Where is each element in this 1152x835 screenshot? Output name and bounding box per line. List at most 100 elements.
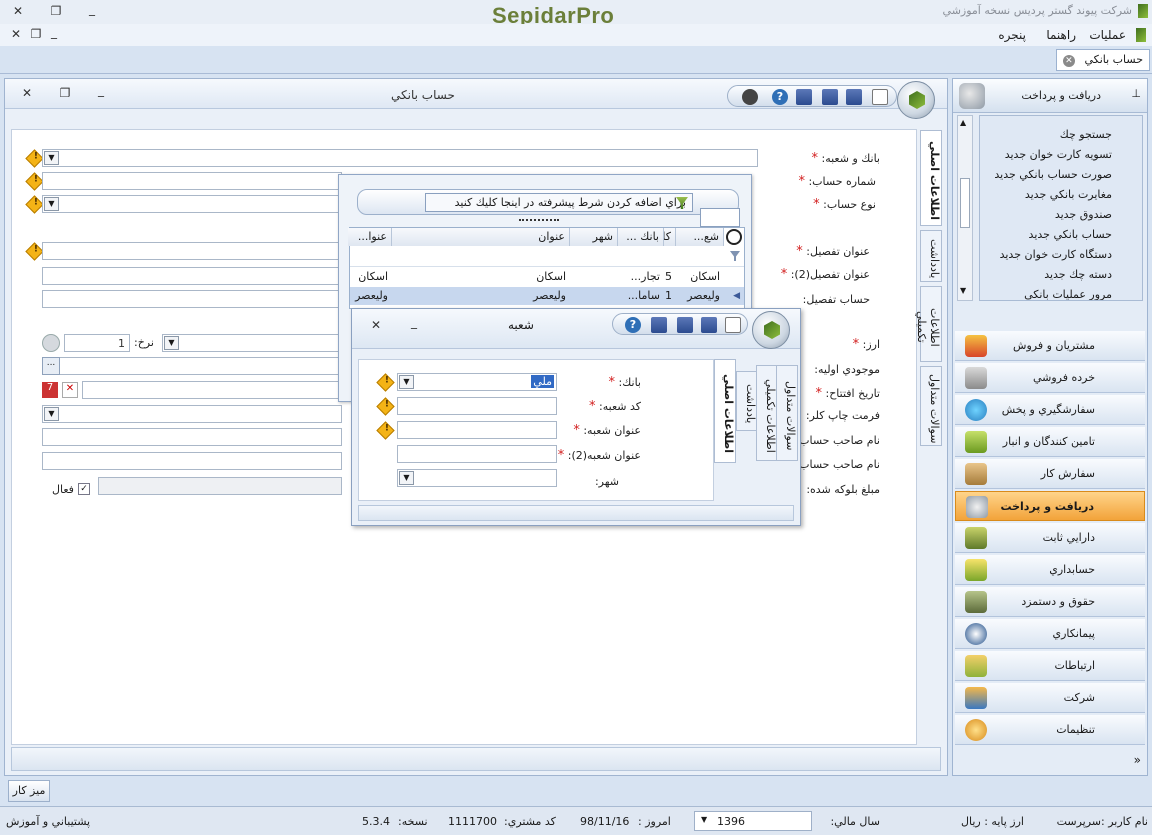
account-type-field[interactable]	[42, 195, 342, 213]
city-dropdown[interactable]: ▼	[399, 471, 414, 485]
table-row[interactable]: اسكان 5 تجار... اسكان اسكان	[350, 268, 744, 286]
new-icon[interactable]	[872, 89, 888, 105]
save-new-icon[interactable]	[651, 317, 667, 333]
support-link[interactable]: پشتيباني و آموزش	[6, 815, 90, 828]
more-button[interactable]: ...	[42, 357, 60, 375]
nav-category-payroll[interactable]: حقوق و دستمزد	[955, 587, 1145, 617]
currency-field[interactable]	[162, 334, 342, 352]
tab-faq[interactable]: سوالات متداول	[776, 365, 798, 461]
nav-category-suppliers[interactable]: تامين كنندگان و انبار	[955, 427, 1145, 457]
account-number-field[interactable]	[42, 172, 342, 190]
tab-main-info[interactable]: اطلاعات اصلي	[920, 130, 942, 226]
save-icon[interactable]	[846, 89, 862, 105]
column-header[interactable]: كا	[664, 228, 676, 246]
check-format-dropdown[interactable]: ▼	[44, 407, 59, 421]
tab-extra-info[interactable]: اطلاعات تكميلي	[756, 365, 778, 461]
open-date-field[interactable]	[82, 381, 342, 399]
help-icon[interactable]: ?	[772, 89, 788, 105]
nav-category-accounting[interactable]: حسابداري	[955, 555, 1145, 585]
save-close-icon[interactable]	[822, 89, 838, 105]
nav-category-communications[interactable]: ارتباطات	[955, 651, 1145, 681]
nav-category-work-order[interactable]: سفارش كار	[955, 459, 1145, 489]
restore-icon[interactable]: ❐	[28, 27, 44, 41]
calendar-icon[interactable]: 7	[42, 382, 58, 398]
nav-link-settle-card-reader[interactable]: تسويه كارت خوان جديد	[1005, 148, 1112, 161]
nav-link-bank-operations[interactable]: مرور عمليات بانكي	[1024, 288, 1112, 300]
nav-scrollbar[interactable]: ▲ ▼	[957, 115, 973, 301]
sepidar-orb-icon[interactable]	[897, 81, 935, 119]
nav-category-contracting[interactable]: پيمانكاري	[955, 619, 1145, 649]
help-icon[interactable]: ?	[625, 317, 641, 333]
nav-link-check-search[interactable]: جستجو چك	[1060, 128, 1112, 141]
close-icon[interactable]: ✕	[10, 4, 26, 18]
minimize-icon[interactable]: _	[406, 315, 422, 329]
column-header[interactable]: شهر	[570, 228, 618, 246]
branch-title2-field[interactable]	[397, 445, 557, 463]
nav-category-settings[interactable]: تنظيمات	[955, 715, 1145, 745]
calculator-icon[interactable]	[42, 334, 60, 352]
column-header[interactable]: عنوان	[392, 228, 570, 246]
branch-code-field[interactable]	[397, 397, 557, 415]
close-icon[interactable]: ✕	[8, 27, 24, 41]
detail-title-field[interactable]	[42, 242, 342, 260]
owner-name-field[interactable]	[42, 428, 342, 446]
nav-link-bank-statement[interactable]: صورت حساب بانكي جديد	[994, 168, 1112, 181]
nav-category-company[interactable]: شركت	[955, 683, 1145, 713]
save-new-icon[interactable]	[796, 89, 812, 105]
close-tab-icon[interactable]: ✕	[1062, 55, 1075, 67]
grid-filter-row[interactable]	[350, 247, 744, 267]
minimize-icon[interactable]: _	[93, 83, 109, 97]
minimize-icon[interactable]: _	[46, 25, 62, 39]
close-icon[interactable]: ✕	[19, 86, 35, 100]
nav-category-ordering[interactable]: سفارشگيري و پخش	[955, 395, 1145, 425]
branch-title-field[interactable]	[397, 421, 557, 439]
bank-branch-field[interactable]	[42, 149, 758, 167]
nav-link-new-bank-account[interactable]: حساب بانكي جديد	[1029, 228, 1112, 241]
owner-name2-field[interactable]	[42, 452, 342, 470]
rate-field[interactable]: 1	[64, 334, 130, 352]
tab-faq[interactable]: سوالات متداول	[920, 366, 942, 446]
splitter-grip[interactable]	[519, 219, 559, 223]
active-checkbox[interactable]: ✓	[78, 483, 90, 495]
menu-window[interactable]: پنجره	[998, 28, 1026, 42]
column-header[interactable]: شع...	[676, 228, 724, 246]
scroll-up-icon[interactable]: ▲	[960, 118, 966, 127]
city-field[interactable]	[397, 469, 557, 487]
tab-extra-info[interactable]: اطلاعات تكميلي	[915, 286, 942, 362]
column-header[interactable]: بانك ...	[618, 228, 664, 246]
expand-chevron-icon[interactable]: »	[1134, 753, 1141, 767]
account-type-dropdown[interactable]: ▼	[44, 197, 59, 211]
check-format-field[interactable]	[42, 405, 342, 423]
clear-icon[interactable]: ✕	[62, 382, 78, 398]
save-icon[interactable]	[701, 317, 717, 333]
fiscal-year-select[interactable]: ▼ 1396	[694, 811, 812, 831]
close-icon[interactable]: ✕	[368, 318, 384, 332]
nav-category-payments[interactable]: دريافت و پرداخت	[955, 491, 1145, 521]
scroll-thumb[interactable]	[960, 178, 970, 228]
column-header[interactable]: عنوا...	[348, 228, 392, 246]
restore-icon[interactable]: ❐	[48, 4, 64, 18]
filter-value-box[interactable]	[700, 208, 740, 227]
initial-balance-field[interactable]	[42, 357, 342, 375]
tab-notes[interactable]: يادداشت	[736, 371, 758, 431]
pin-icon[interactable]: ⊥	[1131, 87, 1141, 100]
restore-icon[interactable]: ❐	[57, 86, 73, 100]
tools-icon[interactable]	[742, 89, 758, 105]
menu-help[interactable]: راهنما	[1046, 28, 1076, 42]
menu-operations[interactable]: عمليات	[1089, 28, 1126, 42]
save-close-icon[interactable]	[677, 317, 693, 333]
detail-title2-field[interactable]	[42, 267, 342, 285]
tab-main-info[interactable]: اطلاعات اصلي	[714, 359, 736, 463]
tab-notes[interactable]: يادداشت	[920, 230, 942, 282]
bank-dropdown[interactable]: ▼	[399, 375, 414, 389]
bank-branch-dropdown[interactable]: ▼	[44, 151, 59, 165]
scroll-down-icon[interactable]: ▼	[960, 286, 966, 295]
minimize-icon[interactable]: _	[84, 2, 100, 16]
blocked-amount-field[interactable]	[98, 477, 342, 495]
nav-category-fixed-assets[interactable]: دارايي ثابت	[955, 523, 1145, 553]
nav-link-new-checkbook[interactable]: دسته چك جديد	[1044, 268, 1112, 281]
sepidar-orb-icon[interactable]	[752, 311, 790, 349]
currency-dropdown[interactable]: ▼	[164, 336, 179, 350]
search-icon[interactable]	[726, 229, 742, 245]
new-icon[interactable]	[725, 317, 741, 333]
